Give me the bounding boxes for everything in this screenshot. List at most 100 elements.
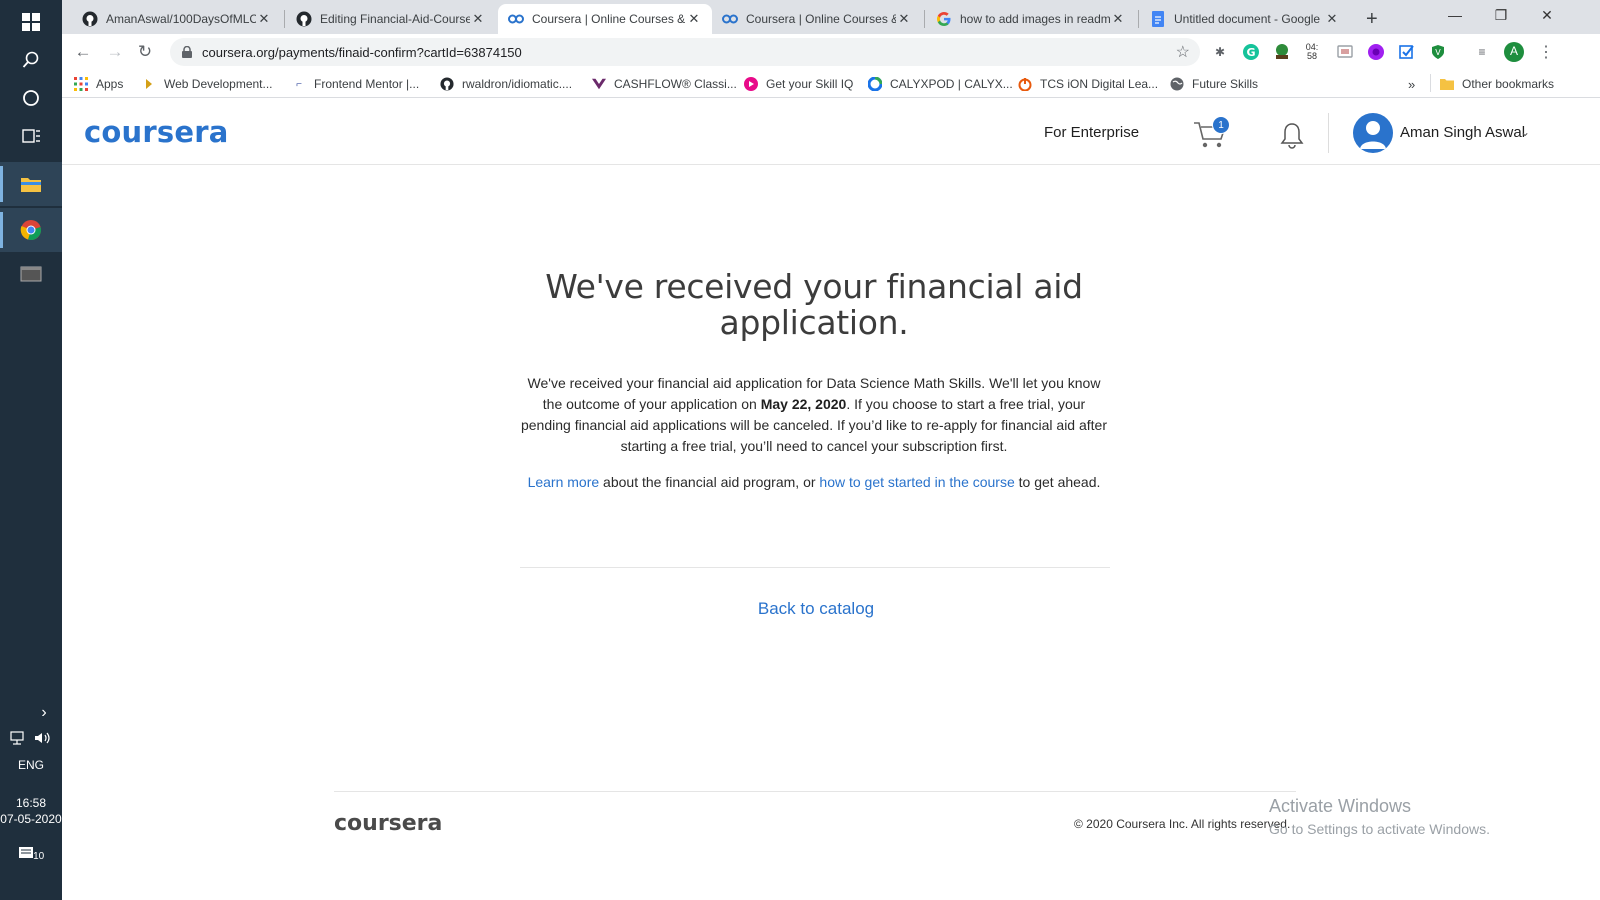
arrow-right-icon: → <box>106 42 124 61</box>
restore-button[interactable]: ❐ <box>1478 0 1524 30</box>
other-bookmarks-folder[interactable]: Other bookmarks <box>1440 74 1554 94</box>
grammarly-icon[interactable]: G <box>1241 42 1261 62</box>
extension-checklist-icon[interactable] <box>1397 42 1417 62</box>
close-tab-icon[interactable]: ✕ <box>256 11 272 27</box>
close-tab-icon[interactable]: ✕ <box>1324 11 1340 27</box>
docs-icon <box>1150 11 1166 27</box>
tab-github-editing[interactable]: Editing Financial-Aid-Courser ✕ <box>286 4 496 34</box>
bookmark-web-development[interactable]: Web Development... <box>142 74 273 94</box>
confirmation-content: We've received your financial aid applic… <box>502 269 1126 493</box>
coursera-logo[interactable]: coursera <box>84 115 228 149</box>
language-indicator[interactable]: ENG <box>0 758 62 772</box>
extension-cast-icon[interactable] <box>1335 42 1355 62</box>
copyright-text: © 2020 Coursera Inc. All rights reserved… <box>1074 817 1291 831</box>
tab-separator <box>284 10 285 28</box>
coursera-icon <box>508 11 524 27</box>
extension-shield-icon[interactable]: V <box>1428 42 1448 62</box>
bookmark-calyxpod[interactable]: CALYXPOD | CALYX... <box>868 74 1013 94</box>
close-window-button[interactable]: ✕ <box>1524 0 1570 30</box>
apps-grid-icon <box>74 77 88 91</box>
bookmark-rwaldron[interactable]: rwaldron/idiomatic.... <box>440 74 572 94</box>
forward-button[interactable]: → <box>102 40 128 64</box>
back-to-catalog-text[interactable]: Back to catalog <box>758 599 874 618</box>
extension-tree-icon[interactable] <box>1272 42 1292 62</box>
clock-date[interactable]: 07-05-2020 <box>0 812 62 826</box>
network-icon[interactable] <box>10 731 26 745</box>
coursera-icon <box>722 11 738 27</box>
bookmark-label: CASHFLOW® Classi... <box>614 77 737 91</box>
clock-time[interactable]: 16:58 <box>0 796 62 810</box>
cashflow-icon <box>592 77 606 91</box>
file-explorer-button[interactable] <box>0 162 62 206</box>
tab-title: Editing Financial-Aid-Courser <box>320 12 470 26</box>
close-tab-icon[interactable]: ✕ <box>470 11 486 27</box>
bookmarks-overflow-button[interactable]: » <box>1408 74 1415 94</box>
page-heading: We've received your financial aid applic… <box>545 267 1083 342</box>
for-enterprise-link[interactable]: For Enterprise <box>1044 124 1139 141</box>
media-control-icon[interactable]: ≡ <box>1472 42 1492 62</box>
close-tab-icon[interactable]: ✕ <box>896 11 912 27</box>
close-tab-icon[interactable]: ✕ <box>686 11 702 27</box>
cortana-icon <box>23 90 39 106</box>
user-name[interactable]: Aman Singh Aswal <box>1400 124 1525 141</box>
lock-icon <box>182 46 192 58</box>
back-button[interactable]: ← <box>70 40 96 64</box>
get-started-link[interactable]: how to get started in the course <box>819 474 1014 490</box>
minimize-button[interactable]: — <box>1432 0 1478 30</box>
tab-github-100days[interactable]: AmanAswal/100DaysOfMLCode ✕ <box>72 4 282 34</box>
bookmark-label: TCS iON Digital Lea... <box>1040 77 1159 91</box>
user-icon <box>1360 121 1386 149</box>
tab-title: AmanAswal/100DaysOfMLCode <box>106 12 256 26</box>
new-tab-button[interactable]: + <box>1356 4 1386 34</box>
bookmark-tcs-ion[interactable]: TCS iON Digital Lea... <box>1018 74 1158 94</box>
notification-count: 10 <box>33 851 45 862</box>
tab-coursera-2[interactable]: Coursera | Online Courses & Credentials … <box>712 4 922 34</box>
bookmark-skill-iq[interactable]: Get your Skill IQ <box>744 74 853 94</box>
tab-google-docs[interactable]: Untitled document - Google Docs ✕ <box>1140 4 1350 34</box>
close-tab-icon[interactable]: ✕ <box>1110 11 1126 27</box>
tab-coursera-active[interactable]: Coursera | Online Courses & Credentials … <box>498 4 712 34</box>
clock-extension[interactable]: 04:58 <box>1302 42 1322 62</box>
coursera-page: coursera For Enterprise 1 Aman Singh Asw… <box>62 99 1600 900</box>
footer-divider <box>334 791 1296 792</box>
system-tray <box>0 730 62 745</box>
profile-button[interactable]: A <box>1504 42 1524 62</box>
folder-icon <box>21 178 41 192</box>
tcs-ion-icon <box>1018 77 1032 91</box>
user-avatar[interactable] <box>1353 113 1393 153</box>
reload-button[interactable]: ↻ <box>132 40 158 64</box>
bookmark-star-icon[interactable]: ☆ <box>1176 42 1190 62</box>
chrome-taskbar-button[interactable] <box>0 208 62 252</box>
decision-date: May 22, 2020 <box>760 396 847 412</box>
bookmark-cashflow[interactable]: CASHFLOW® Classi... <box>592 74 737 94</box>
footer-coursera-logo[interactable]: coursera <box>334 811 442 836</box>
extension-purple-icon[interactable] <box>1366 42 1386 62</box>
bookmark-label: Apps <box>96 77 124 91</box>
tab-strip: AmanAswal/100DaysOfMLCode ✕ Editing Fina… <box>62 0 1600 34</box>
extension-bug-icon[interactable]: ✱ <box>1210 42 1230 62</box>
show-hidden-icons-button[interactable]: › <box>0 704 62 722</box>
bell-icon[interactable] <box>1280 121 1304 149</box>
address-bar[interactable]: coursera.org/payments/finaid-confirm?car… <box>170 38 1200 66</box>
terminal-icon <box>20 266 42 282</box>
tab-google-search[interactable]: how to add images in readme ✕ <box>926 4 1136 34</box>
action-center-button[interactable]: 10 <box>0 846 62 862</box>
github-icon <box>296 11 312 27</box>
content-divider <box>520 567 1110 568</box>
chevron-down-icon[interactable]: ⌄ <box>1520 125 1530 139</box>
bookmark-future-skills[interactable]: Future Skills <box>1170 74 1258 94</box>
calyxpod-icon <box>868 77 882 91</box>
svg-text:V: V <box>1435 48 1441 57</box>
task-view-icon <box>22 129 40 143</box>
back-to-catalog-link[interactable]: Back to catalog <box>62 599 1570 619</box>
google-icon <box>936 11 952 27</box>
learn-more-link[interactable]: Learn more <box>528 474 600 490</box>
terminal-taskbar-button[interactable] <box>0 252 62 296</box>
chrome-menu-icon[interactable]: ⋮ <box>1536 42 1556 62</box>
close-icon: ✕ <box>1541 6 1553 23</box>
reload-icon: ↻ <box>137 42 153 61</box>
bookmark-apps[interactable]: Apps <box>74 74 123 94</box>
volume-icon[interactable] <box>34 731 52 745</box>
task-view-button[interactable] <box>0 114 62 158</box>
bookmark-frontend-mentor[interactable]: ⌐ Frontend Mentor |... <box>292 74 419 94</box>
